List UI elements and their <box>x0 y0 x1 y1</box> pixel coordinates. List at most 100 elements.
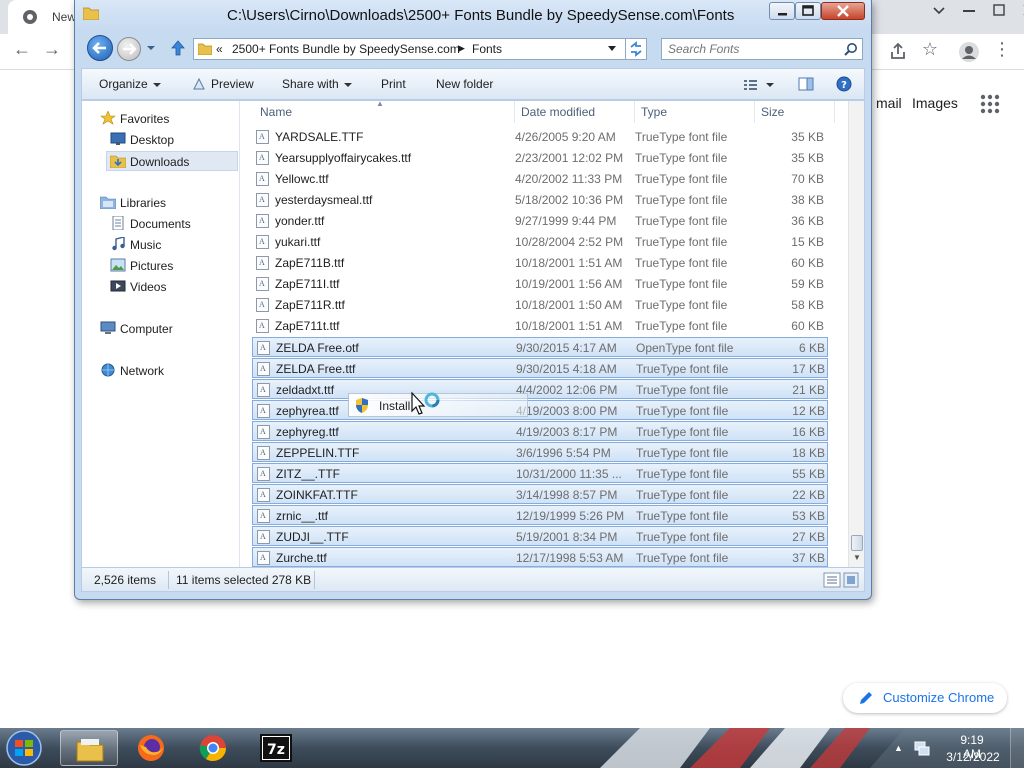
breadcrumb-fonts[interactable]: Fonts <box>472 42 502 56</box>
back-button[interactable] <box>87 35 113 61</box>
search-icon[interactable] <box>844 42 858 56</box>
breadcrumb-separator-icon[interactable]: ▶ <box>458 43 465 54</box>
bookmark-star-icon[interactable]: ☆ <box>918 40 942 64</box>
close-button[interactable] <box>821 2 865 20</box>
nav-item-desktop[interactable]: Desktop <box>110 130 230 150</box>
file-row[interactable]: ZapE711I.ttf 10/19/2001 1:56 AM TrueType f… <box>252 274 828 294</box>
maximize-button[interactable] <box>795 2 821 20</box>
file-name: ZapE711R.ttf <box>275 298 345 312</box>
column-divider[interactable] <box>514 101 515 123</box>
breadcrumb-overflow[interactable]: « <box>216 42 223 56</box>
nav-item-libraries[interactable]: Libraries <box>100 193 230 213</box>
nav-label-downloads: Downloads <box>130 155 190 169</box>
taskbar-chrome[interactable] <box>184 730 242 766</box>
file-row[interactable]: yesterdaysmeal.ttf 5/18/2002 10:36 PM True… <box>252 190 828 210</box>
up-arrow-icon[interactable] <box>169 39 187 57</box>
address-bar[interactable]: « 2500+ Fonts Bundle by SpeedySense.com … <box>193 38 641 60</box>
profile-icon[interactable] <box>957 40 981 64</box>
nav-item-videos[interactable]: Videos <box>110 277 230 297</box>
file-row[interactable]: zeldadxt.ttf 4/4/2002 12:06 PM TrueType fo… <box>252 379 828 399</box>
file-row[interactable]: Yellowc.ttf 4/20/2002 11:33 PM TrueType fo… <box>252 169 828 189</box>
forward-button[interactable] <box>117 37 141 61</box>
forward-arrow-icon[interactable]: → <box>40 40 64 64</box>
chevron-down-icon[interactable] <box>924 0 954 22</box>
apps-grid-icon[interactable] <box>980 94 1000 114</box>
preview-button[interactable]: Preview <box>211 77 254 91</box>
nav-item-favorites[interactable]: Favorites <box>100 109 230 129</box>
column-divider[interactable] <box>834 101 835 123</box>
file-row[interactable]: ZOINKFAT.TTF 3/14/1998 8:57 PM TrueType fo… <box>252 484 828 504</box>
column-divider[interactable] <box>754 101 755 123</box>
share-with-button[interactable]: Share with <box>282 77 352 91</box>
refresh-button[interactable] <box>625 38 647 60</box>
share-icon[interactable] <box>886 40 910 64</box>
nav-item-documents[interactable]: Documents <box>110 214 230 234</box>
scrollbar-thumb[interactable] <box>851 535 863 551</box>
search-input[interactable] <box>668 42 838 56</box>
busy-cursor-icon <box>411 391 440 415</box>
file-row[interactable]: ZEPPELIN.TTF 3/6/1996 5:54 PM TrueType fon… <box>252 442 828 462</box>
title-bar[interactable]: C:\Users\Cirno\Downloads\2500+ Fonts Bun… <box>75 0 871 30</box>
file-row[interactable]: zrnic__.ttf 12/19/1999 5:26 PM TrueType fo… <box>252 505 828 525</box>
file-row[interactable]: ZITZ__.TTF 10/31/2000 11:35 ... TrueType f… <box>252 463 828 483</box>
file-row[interactable]: zephyrea.ttf 4/19/2003 8:00 PM TrueType fo… <box>252 400 828 420</box>
close-icon[interactable] <box>1014 0 1024 22</box>
nav-item-pictures[interactable]: Pictures <box>110 256 230 276</box>
tray-expand-icon[interactable]: ▲ <box>894 743 903 753</box>
file-row[interactable]: zephyreg.ttf 4/19/2003 8:17 PM TrueType fo… <box>252 421 828 441</box>
help-icon[interactable]: ? <box>836 76 852 92</box>
taskbar-7zip[interactable]: 7z <box>246 730 304 766</box>
file-size: 58 KB <box>791 298 824 312</box>
taskbar-firefox[interactable] <box>122 730 180 766</box>
file-type: TrueType font file <box>636 551 729 565</box>
file-row[interactable]: ZapE711R.ttf 10/18/2001 1:50 AM TrueType f… <box>252 295 828 315</box>
view-toggle-icon[interactable] <box>822 572 860 588</box>
show-desktop-button[interactable] <box>1010 728 1024 768</box>
file-row[interactable]: yonder.ttf 9/27/1999 9:44 PM TrueType font… <box>252 211 828 231</box>
network-tray-icon[interactable] <box>914 740 930 756</box>
file-row[interactable]: YARDSALE.TTF 4/26/2005 9:20 AM TrueType fo… <box>252 127 828 147</box>
scroll-down-arrow-icon[interactable]: ▼ <box>853 553 861 562</box>
more-menu-icon[interactable]: ⋮ <box>990 40 1014 64</box>
column-type[interactable]: Type <box>641 105 667 119</box>
nav-item-computer[interactable]: Computer <box>100 319 230 339</box>
column-date-modified[interactable]: Date modified <box>521 105 595 119</box>
file-size: 22 KB <box>792 488 825 502</box>
column-size[interactable]: Size <box>761 105 784 119</box>
file-row[interactable]: ZUDJI__.TTF 5/19/2001 8:34 PM TrueType fon… <box>252 526 828 546</box>
file-row[interactable]: ZapE711t.ttf 10/18/2001 1:51 AM TrueType f… <box>252 316 828 336</box>
file-row[interactable]: ZapE711B.ttf 10/18/2001 1:51 AM TrueType f… <box>252 253 828 273</box>
start-button[interactable] <box>4 729 44 767</box>
back-arrow-icon[interactable]: ← <box>10 40 34 64</box>
search-box[interactable] <box>661 38 863 60</box>
organize-button[interactable]: Organize <box>99 77 161 91</box>
change-view-icon[interactable] <box>742 77 776 93</box>
preview-pane-icon[interactable] <box>798 76 814 92</box>
nav-item-music[interactable]: Music <box>110 235 230 255</box>
taskbar-file-explorer[interactable] <box>60 730 118 766</box>
file-row[interactable]: yukari.ttf 10/28/2004 2:52 PM TrueType fon… <box>252 232 828 252</box>
nav-item-downloads[interactable]: Downloads <box>106 151 238 171</box>
file-date-modified: 12/19/1999 5:26 PM <box>516 509 625 523</box>
history-dropdown-icon[interactable] <box>146 43 156 53</box>
file-row[interactable]: ZELDA Free.otf 9/30/2015 4:17 AM OpenType … <box>252 337 828 357</box>
column-name[interactable]: Name <box>260 105 292 119</box>
file-row[interactable]: Yearsupplyoffairycakes.ttf 2/23/2001 12:0… <box>252 148 828 168</box>
nav-item-network[interactable]: Network <box>100 361 230 381</box>
vertical-scrollbar[interactable]: ▼ <box>848 101 864 567</box>
restore-icon[interactable] <box>984 0 1014 22</box>
clock-date[interactable]: 3/12/2022 <box>944 750 1002 764</box>
file-row[interactable]: ZELDA Free.ttf 9/30/2015 4:18 AM TrueType … <box>252 358 828 378</box>
print-button[interactable]: Print <box>381 77 406 91</box>
address-dropdown-icon[interactable] <box>608 46 616 52</box>
images-link[interactable]: Images <box>912 95 958 111</box>
file-row[interactable]: Zurche.ttf 12/17/1998 5:53 AM TrueType fon… <box>252 547 828 567</box>
gmail-link[interactable]: mail <box>876 95 902 111</box>
minimize-icon[interactable] <box>954 0 984 22</box>
customize-chrome-button[interactable]: Customize Chrome <box>843 683 1007 713</box>
minimize-button[interactable] <box>769 2 795 20</box>
column-divider[interactable] <box>634 101 635 123</box>
file-size: 15 KB <box>791 235 824 249</box>
new-folder-button[interactable]: New folder <box>436 77 493 91</box>
breadcrumb-fonts-bundle[interactable]: 2500+ Fonts Bundle by SpeedySense.com <box>232 42 460 56</box>
